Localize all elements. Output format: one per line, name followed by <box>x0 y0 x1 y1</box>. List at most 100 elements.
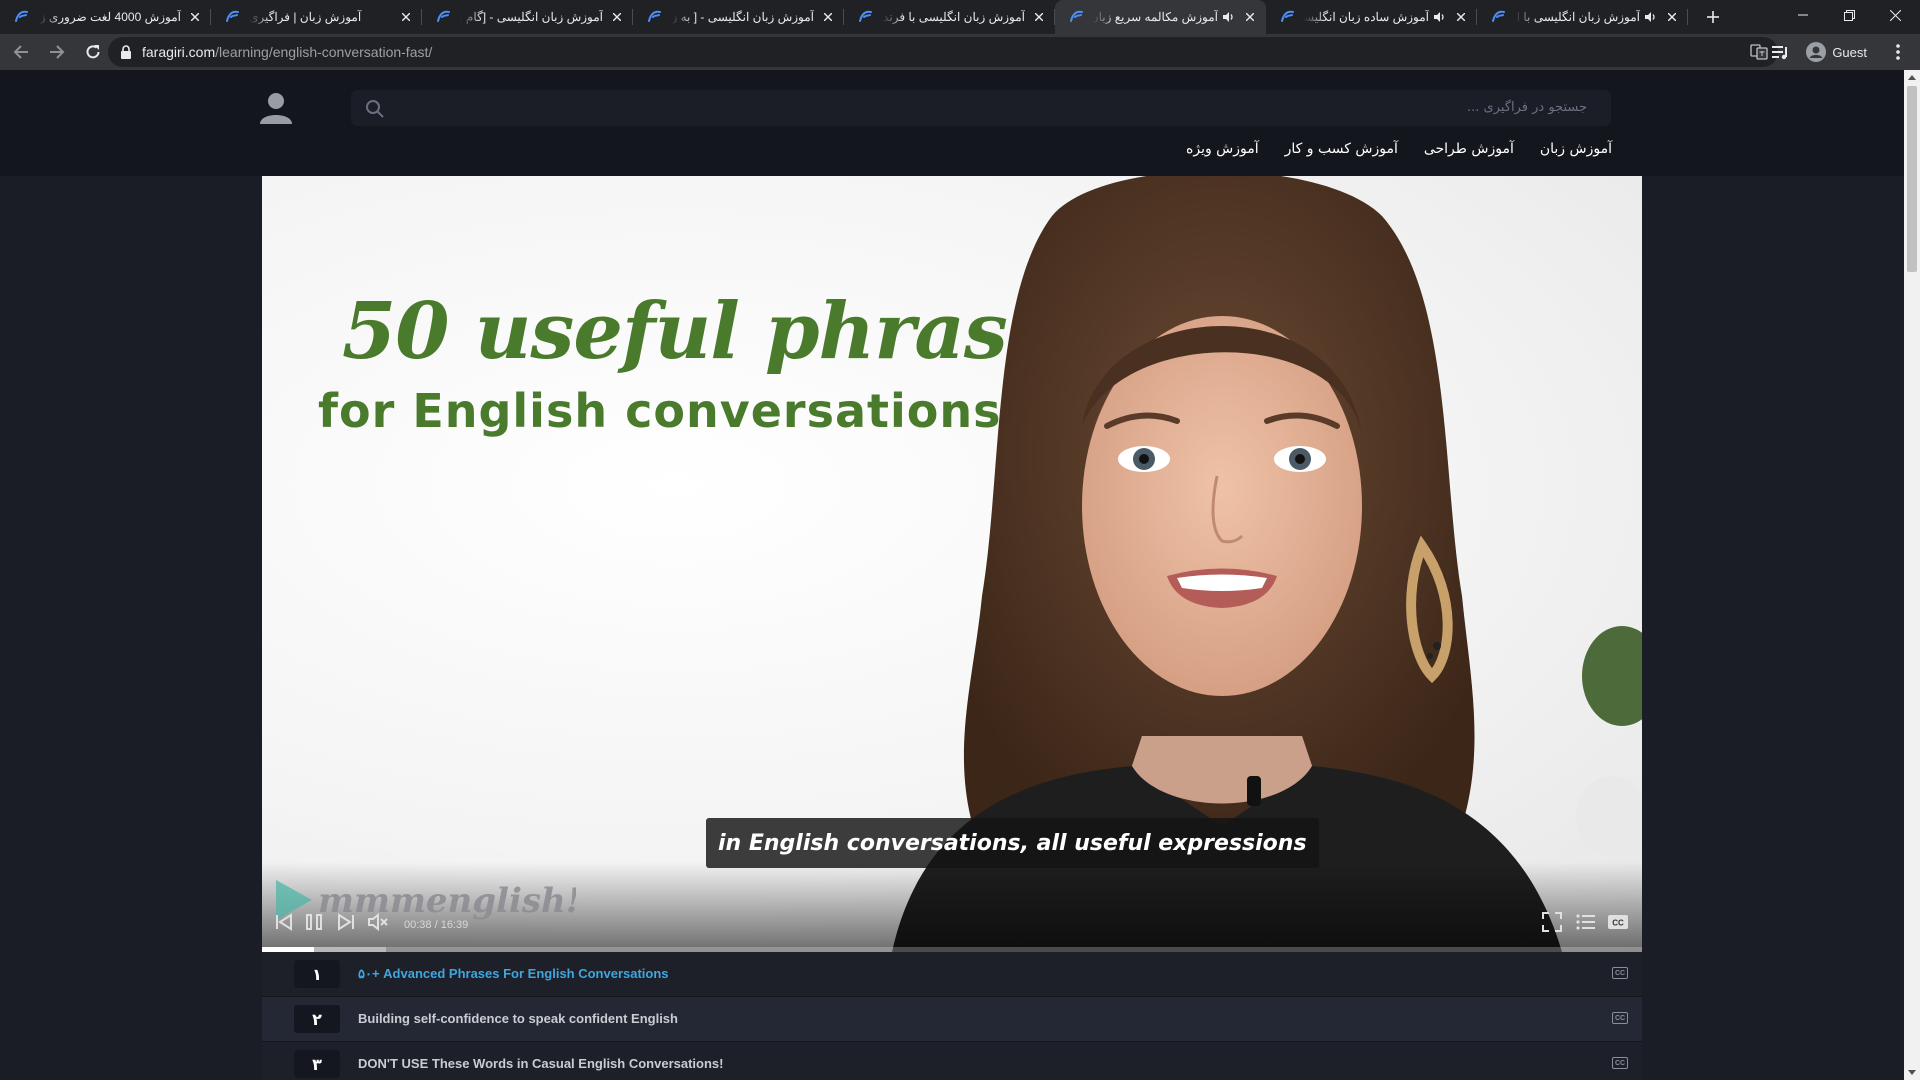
profile-label: Guest <box>1832 44 1867 60</box>
web-page: جستجو در فراگیری ... آموزش زبان آموزش طر… <box>0 70 1904 1080</box>
main-navigation: آموزش زبان آموزش طراحی آموزش کسب و کار آ… <box>1186 141 1612 157</box>
episode-number: ۳ <box>294 1050 340 1078</box>
tab-close-button[interactable] <box>398 9 414 25</box>
playlist-item[interactable]: ۲ Building self-confidence to speak confi… <box>262 997 1642 1042</box>
more-vertical-icon <box>1896 44 1900 60</box>
faragiri-favicon-icon <box>437 10 450 22</box>
close-window-button[interactable] <box>1872 0 1918 30</box>
audio-playing-icon[interactable] <box>1222 10 1236 24</box>
tab-close-button[interactable] <box>187 9 203 25</box>
browser-tab[interactable]: آموزش زبان انگلیسی - [ به زبان ساده ] <box>633 0 844 34</box>
episode-number: ۲ <box>294 1005 340 1033</box>
playlist-music-icon <box>1772 46 1788 60</box>
svg-text:CC: CC <box>1612 919 1624 928</box>
faragiri-favicon-icon <box>15 10 28 22</box>
close-icon <box>1889 9 1901 21</box>
scrollbar-thumb[interactable] <box>1907 86 1917 272</box>
tab-close-button[interactable] <box>609 9 625 25</box>
scroll-down-icon[interactable] <box>1908 1070 1916 1075</box>
tab-title: آموزش ساده زبان انگلیسی <box>1304 10 1429 24</box>
tab-title: آموزش زبان انگلیسی - [گام به گام] <box>460 10 603 24</box>
tab-close-button[interactable] <box>1031 9 1047 25</box>
minimize-button[interactable] <box>1780 0 1826 30</box>
playlist-icon[interactable] <box>1574 910 1598 934</box>
arrow-left-icon <box>13 45 28 59</box>
user-icon <box>260 93 292 124</box>
tab-title: آموزش زبان انگلیسی - [ به زبان ساده ] <box>671 10 814 24</box>
volume-mute-icon[interactable] <box>366 910 390 934</box>
forward-button[interactable] <box>41 36 73 68</box>
playlist-item[interactable]: ۱ ۵۰+ Advanced Phrases For English Conver… <box>262 952 1642 997</box>
faragiri-favicon-icon <box>226 10 239 22</box>
new-tab-button[interactable] <box>1696 0 1730 34</box>
close-icon <box>1668 13 1676 21</box>
user-avatar-button[interactable] <box>256 88 296 128</box>
audio-playing-icon[interactable] <box>1433 10 1447 24</box>
pause-icon[interactable] <box>302 910 326 934</box>
browser-toolbar: faragiri.com/learning/english-conversati… <box>0 34 1920 70</box>
browser-tab[interactable]: آموزش ساده زبان انگلیسی <box>1266 0 1477 34</box>
close-icon <box>402 13 410 21</box>
profile-button[interactable]: Guest <box>1796 38 1877 66</box>
browser-tab[interactable]: آموزش 4000 لغت ضروری زبان <box>0 0 211 34</box>
tab-title: آموزش مکالمه سریع زبان انگلیسی <box>1093 10 1218 24</box>
faragiri-favicon-icon <box>859 10 872 22</box>
fullscreen-icon[interactable] <box>1540 910 1564 934</box>
nav-item-design[interactable]: آموزش طراحی <box>1424 141 1514 157</box>
restore-button[interactable] <box>1826 0 1872 30</box>
tab-close-button[interactable] <box>1453 9 1469 25</box>
lock-icon <box>121 45 131 59</box>
tab-close-button[interactable] <box>820 9 836 25</box>
site-search-input[interactable]: جستجو در فراگیری ... <box>351 90 1611 126</box>
closed-captions-icon: CC <box>1612 967 1628 979</box>
close-icon <box>1035 13 1043 21</box>
close-icon <box>613 13 621 21</box>
episode-number: ۱ <box>294 960 340 988</box>
tab-title: آموزش 4000 لغت ضروری زبان <box>38 10 181 24</box>
browser-tab[interactable]: آموزش زبان انگلیسی با انیمیشن <box>1477 0 1688 34</box>
nav-item-language[interactable]: آموزش زبان <box>1540 141 1612 157</box>
url-host: faragiri.com <box>142 44 216 60</box>
time-display: 00:38 / 16:39 <box>404 919 469 931</box>
browser-menu-button[interactable] <box>1882 36 1914 68</box>
page-scrollbar[interactable] <box>1904 70 1920 1080</box>
episode-title[interactable]: Building self-confidence to speak confid… <box>358 1011 678 1026</box>
site-header: جستجو در فراگیری ... آموزش زبان آموزش طر… <box>0 70 1904 176</box>
browser-tab[interactable]: آموزش مکالمه سریع زبان انگلیسی <box>1055 0 1266 34</box>
account-circle-icon <box>1806 42 1827 62</box>
search-placeholder: جستجو در فراگیری ... <box>1467 100 1587 115</box>
browser-tab[interactable]: آموزش زبان | فراگیری <box>211 0 422 34</box>
nav-item-special[interactable]: آموزش ویژه <box>1186 141 1259 157</box>
close-icon <box>1246 13 1254 21</box>
scroll-up-icon[interactable] <box>1908 75 1916 80</box>
closed-captions-icon: CC <box>1612 1012 1628 1024</box>
browser-tab[interactable]: آموزش زبان انگلیسی - [گام به گام] <box>422 0 633 34</box>
tab-close-button[interactable] <box>1242 9 1258 25</box>
back-button[interactable] <box>5 36 37 68</box>
episode-title[interactable]: ۵۰+ Advanced Phrases For English Convers… <box>358 966 669 982</box>
tab-close-button[interactable] <box>1664 9 1680 25</box>
audio-playing-icon[interactable] <box>1644 10 1658 24</box>
video-player[interactable]: 50 useful phrases for English conversati… <box>262 176 1642 952</box>
faragiri-favicon-icon <box>648 10 661 22</box>
faragiri-favicon-icon <box>1492 10 1505 22</box>
next-track-icon[interactable] <box>334 910 358 934</box>
url-path: /learning/english-conversation-fast/ <box>215 44 433 60</box>
media-control-button[interactable] <box>1764 36 1796 68</box>
search-icon[interactable] <box>365 99 385 119</box>
closed-captions-icon: CC <box>1612 1057 1628 1069</box>
plus-icon <box>1707 11 1719 23</box>
previous-track-icon[interactable] <box>272 910 296 934</box>
closed-captions-icon[interactable]: CC <box>1606 910 1630 934</box>
close-icon <box>1457 13 1465 21</box>
browser-tab[interactable]: آموزش زبان انگلیسی با فرندز <box>844 0 1055 34</box>
address-bar[interactable]: faragiri.com/learning/english-conversati… <box>108 37 1778 67</box>
minimize-icon <box>1798 14 1808 16</box>
playlist-item[interactable]: ۳ DON'T USE These Words in Casual English… <box>262 1042 1642 1080</box>
reload-icon <box>86 45 100 59</box>
toolbar-right: Guest <box>1759 34 1920 70</box>
close-icon <box>191 13 199 21</box>
nav-item-business[interactable]: آموزش کسب و کار <box>1285 141 1398 157</box>
episode-title[interactable]: DON'T USE These Words in Casual English … <box>358 1056 723 1071</box>
reload-button[interactable] <box>77 36 109 68</box>
